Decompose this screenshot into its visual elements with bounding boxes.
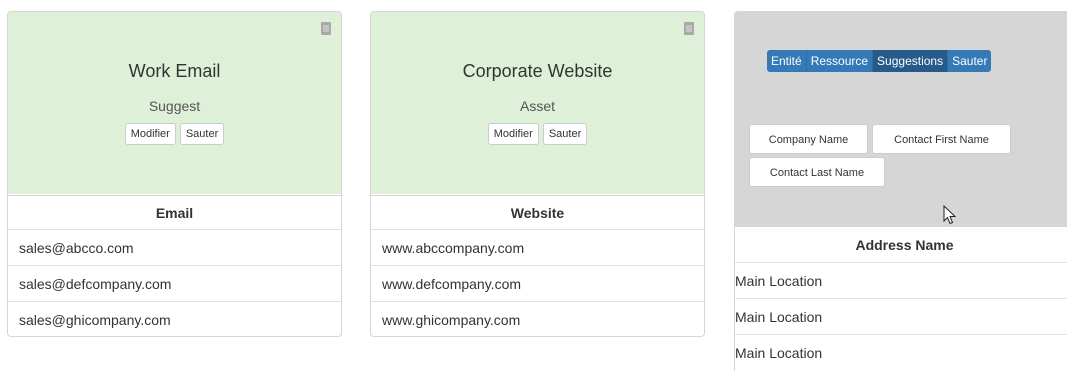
table-row: www.defcompany.com	[371, 265, 704, 302]
card-actions: Modifier Sauter	[371, 123, 704, 145]
field-card-work-email: Work Email Suggest Modifier Sauter Email…	[7, 11, 342, 337]
card-header: Entité Ressource Suggestions Sauter Comp…	[735, 12, 1067, 226]
column-header: Website	[371, 195, 704, 230]
suggestion-chip-contact-last-name[interactable]: Contact Last Name	[749, 157, 885, 187]
tab-sauter[interactable]: Sauter	[948, 50, 992, 72]
table-row: sales@defcompany.com	[8, 265, 341, 302]
table-row: www.ghicompany.com	[371, 301, 704, 336]
mouse-pointer-icon	[943, 205, 957, 225]
mapping-tabs: Entité Ressource Suggestions Sauter	[767, 50, 992, 72]
card-header: Work Email Suggest Modifier Sauter	[8, 12, 341, 194]
table-row: Main Location	[735, 262, 1067, 299]
table-row: www.abccompany.com	[371, 229, 704, 266]
sauter-button[interactable]: Sauter	[542, 123, 588, 145]
modifier-button[interactable]: Modifier	[124, 123, 176, 145]
table-row: Main Location	[735, 298, 1067, 335]
sauter-button[interactable]: Sauter	[179, 123, 225, 145]
suggestion-chip-contact-first-name[interactable]: Contact First Name	[872, 124, 1011, 154]
table-row: sales@abcco.com	[8, 229, 341, 266]
table-row: Main Location	[735, 334, 1067, 371]
trash-icon[interactable]	[684, 22, 694, 35]
modifier-button[interactable]: Modifier	[487, 123, 539, 145]
card-title: Corporate Website	[462, 61, 613, 81]
tab-entite[interactable]: Entité	[767, 50, 807, 72]
column-header: Email	[8, 195, 341, 230]
card-subtitle: Asset	[519, 98, 555, 114]
card-header: Corporate Website Asset Modifier Sauter	[371, 12, 704, 194]
table-row: sales@ghicompany.com	[8, 301, 341, 336]
field-card-address-name: Entité Ressource Suggestions Sauter Comp…	[734, 11, 1067, 371]
field-card-corporate-website: Corporate Website Asset Modifier Sauter …	[370, 11, 705, 337]
tab-suggestions[interactable]: Suggestions	[873, 50, 949, 72]
suggestion-chip-company-name[interactable]: Company Name	[749, 124, 868, 154]
card-actions: Modifier Sauter	[8, 123, 341, 145]
card-subtitle: Suggest	[148, 98, 201, 114]
column-header: Address Name	[735, 226, 1067, 263]
trash-icon[interactable]	[321, 22, 331, 35]
card-title: Work Email	[128, 61, 221, 81]
tab-ressource[interactable]: Ressource	[806, 50, 874, 72]
